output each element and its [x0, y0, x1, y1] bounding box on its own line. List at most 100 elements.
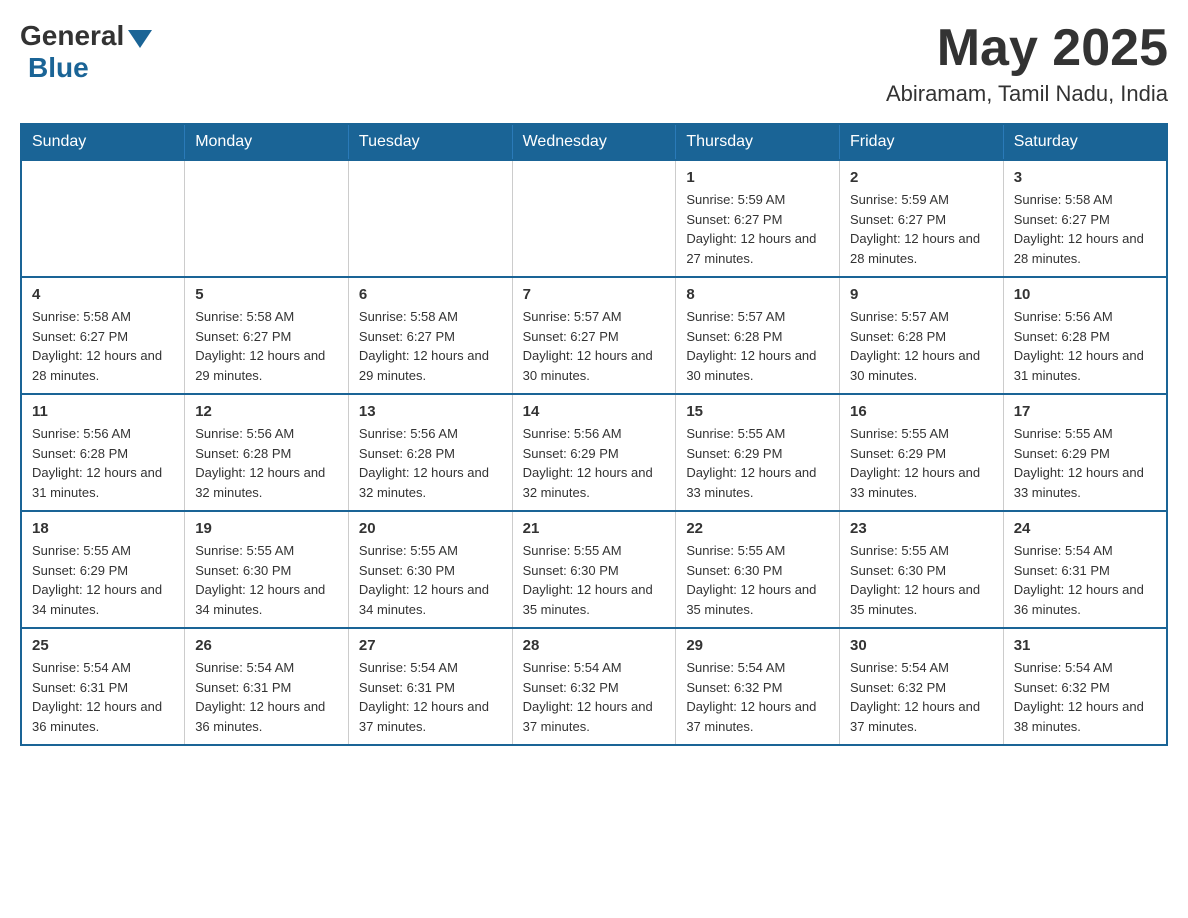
calendar-cell: 7Sunrise: 5:57 AM Sunset: 6:27 PM Daylig…: [512, 277, 676, 394]
day-info: Sunrise: 5:58 AM Sunset: 6:27 PM Dayligh…: [32, 307, 174, 385]
column-header-tuesday: Tuesday: [348, 124, 512, 160]
day-info: Sunrise: 5:54 AM Sunset: 6:32 PM Dayligh…: [850, 658, 993, 736]
calendar-cell: 27 Sunrise: 5:54 AM Sunset: 6:31 PM Dayli…: [348, 628, 512, 745]
calendar-table: SundayMondayTuesdayWednesdayThursdayFrid…: [20, 123, 1168, 746]
calendar-cell: 24Sunrise: 5:54 AM Sunset: 6:31 PM Dayli…: [1003, 511, 1167, 628]
day-number: 23: [850, 520, 993, 537]
day-info: Sunrise: 5:56 AM Sunset: 6:28 PM Dayligh…: [359, 424, 502, 502]
day-number: 4: [32, 286, 174, 303]
day-info: Sunrise: 5:58 AM Sunset: 6:27 PM Dayligh…: [359, 307, 502, 385]
day-info: Sunrise: 5:54 AM Sunset: 6:32 PM Dayligh…: [686, 658, 829, 736]
day-number: 6: [359, 286, 502, 303]
day-info: Sunrise: 5:55 AM Sunset: 6:30 PM Dayligh…: [686, 541, 829, 619]
day-number: 10: [1014, 286, 1156, 303]
calendar-cell: [348, 160, 512, 277]
day-number: 17: [1014, 403, 1156, 420]
day-info: Sunrise: 5:56 AM Sunset: 6:28 PM Dayligh…: [1014, 307, 1156, 385]
day-info: Sunrise: 5:57 AM Sunset: 6:28 PM Dayligh…: [686, 307, 829, 385]
day-number: 11: [32, 403, 174, 420]
day-info: Sunrise: 5:55 AM Sunset: 6:30 PM Dayligh…: [523, 541, 666, 619]
day-number: 26: [195, 637, 338, 654]
location-title: Abiramam, Tamil Nadu, India: [886, 81, 1168, 107]
day-info: Sunrise: 5:56 AM Sunset: 6:28 PM Dayligh…: [195, 424, 338, 502]
day-number: 19: [195, 520, 338, 537]
calendar-header: SundayMondayTuesdayWednesdayThursdayFrid…: [21, 124, 1167, 160]
month-title: May 2025: [886, 20, 1168, 77]
day-number: 27: [359, 637, 502, 654]
calendar-cell: 13 Sunrise: 5:56 AM Sunset: 6:28 PM Dayli…: [348, 394, 512, 511]
calendar-row: 1Sunrise: 5:59 AM Sunset: 6:27 PM Daylig…: [21, 160, 1167, 277]
calendar-cell: 6 Sunrise: 5:58 AM Sunset: 6:27 PM Daylig…: [348, 277, 512, 394]
calendar-cell: 21 Sunrise: 5:55 AM Sunset: 6:30 PM Dayli…: [512, 511, 676, 628]
day-number: 3: [1014, 169, 1156, 186]
day-info: Sunrise: 5:55 AM Sunset: 6:30 PM Dayligh…: [195, 541, 338, 619]
calendar-cell: 10 Sunrise: 5:56 AM Sunset: 6:28 PM Dayli…: [1003, 277, 1167, 394]
day-info: Sunrise: 5:56 AM Sunset: 6:29 PM Dayligh…: [523, 424, 666, 502]
calendar-row: 25Sunrise: 5:54 AM Sunset: 6:31 PM Dayli…: [21, 628, 1167, 745]
day-number: 18: [32, 520, 174, 537]
day-info: Sunrise: 5:55 AM Sunset: 6:29 PM Dayligh…: [1014, 424, 1156, 502]
calendar-cell: 25Sunrise: 5:54 AM Sunset: 6:31 PM Dayli…: [21, 628, 185, 745]
calendar-cell: 4 Sunrise: 5:58 AM Sunset: 6:27 PM Daylig…: [21, 277, 185, 394]
day-info: Sunrise: 5:55 AM Sunset: 6:29 PM Dayligh…: [686, 424, 829, 502]
calendar-cell: 3 Sunrise: 5:58 AM Sunset: 6:27 PM Daylig…: [1003, 160, 1167, 277]
day-info: Sunrise: 5:54 AM Sunset: 6:31 PM Dayligh…: [32, 658, 174, 736]
header-row: SundayMondayTuesdayWednesdayThursdayFrid…: [21, 124, 1167, 160]
calendar-cell: 28 Sunrise: 5:54 AM Sunset: 6:32 PM Dayli…: [512, 628, 676, 745]
day-number: 24: [1014, 520, 1156, 537]
day-info: Sunrise: 5:55 AM Sunset: 6:30 PM Dayligh…: [850, 541, 993, 619]
column-header-friday: Friday: [840, 124, 1004, 160]
day-info: Sunrise: 5:54 AM Sunset: 6:32 PM Dayligh…: [1014, 658, 1156, 736]
logo: General Blue: [20, 20, 152, 84]
day-number: 30: [850, 637, 993, 654]
column-header-wednesday: Wednesday: [512, 124, 676, 160]
calendar-row: 18Sunrise: 5:55 AM Sunset: 6:29 PM Dayli…: [21, 511, 1167, 628]
calendar-cell: 30 Sunrise: 5:54 AM Sunset: 6:32 PM Dayli…: [840, 628, 1004, 745]
day-number: 22: [686, 520, 829, 537]
calendar-cell: 19 Sunrise: 5:55 AM Sunset: 6:30 PM Dayli…: [185, 511, 349, 628]
column-header-monday: Monday: [185, 124, 349, 160]
day-number: 28: [523, 637, 666, 654]
day-info: Sunrise: 5:54 AM Sunset: 6:31 PM Dayligh…: [195, 658, 338, 736]
calendar-cell: 2 Sunrise: 5:59 AM Sunset: 6:27 PM Daylig…: [840, 160, 1004, 277]
day-number: 13: [359, 403, 502, 420]
page-header: General Blue May 2025 Abiramam, Tamil Na…: [20, 20, 1168, 107]
day-info: Sunrise: 5:58 AM Sunset: 6:27 PM Dayligh…: [1014, 190, 1156, 268]
calendar-cell: 12 Sunrise: 5:56 AM Sunset: 6:28 PM Dayli…: [185, 394, 349, 511]
calendar-cell: 5 Sunrise: 5:58 AM Sunset: 6:27 PM Daylig…: [185, 277, 349, 394]
day-number: 9: [850, 286, 993, 303]
calendar-cell: 11Sunrise: 5:56 AM Sunset: 6:28 PM Dayli…: [21, 394, 185, 511]
calendar-cell: 31 Sunrise: 5:54 AM Sunset: 6:32 PM Dayli…: [1003, 628, 1167, 745]
day-number: 5: [195, 286, 338, 303]
calendar-cell: 16 Sunrise: 5:55 AM Sunset: 6:29 PM Dayli…: [840, 394, 1004, 511]
calendar-cell: 9 Sunrise: 5:57 AM Sunset: 6:28 PM Daylig…: [840, 277, 1004, 394]
logo-arrow-icon: [128, 30, 152, 48]
calendar-cell: 20Sunrise: 5:55 AM Sunset: 6:30 PM Dayli…: [348, 511, 512, 628]
day-number: 21: [523, 520, 666, 537]
column-header-sunday: Sunday: [21, 124, 185, 160]
day-info: Sunrise: 5:54 AM Sunset: 6:32 PM Dayligh…: [523, 658, 666, 736]
day-number: 12: [195, 403, 338, 420]
title-block: May 2025 Abiramam, Tamil Nadu, India: [886, 20, 1168, 107]
calendar-body: 1Sunrise: 5:59 AM Sunset: 6:27 PM Daylig…: [21, 160, 1167, 745]
day-number: 2: [850, 169, 993, 186]
calendar-cell: 14Sunrise: 5:56 AM Sunset: 6:29 PM Dayli…: [512, 394, 676, 511]
calendar-cell: [512, 160, 676, 277]
day-number: 15: [686, 403, 829, 420]
calendar-cell: [185, 160, 349, 277]
day-info: Sunrise: 5:58 AM Sunset: 6:27 PM Dayligh…: [195, 307, 338, 385]
day-number: 7: [523, 286, 666, 303]
day-info: Sunrise: 5:54 AM Sunset: 6:31 PM Dayligh…: [359, 658, 502, 736]
day-info: Sunrise: 5:55 AM Sunset: 6:30 PM Dayligh…: [359, 541, 502, 619]
day-info: Sunrise: 5:59 AM Sunset: 6:27 PM Dayligh…: [850, 190, 993, 268]
column-header-thursday: Thursday: [676, 124, 840, 160]
calendar-row: 4 Sunrise: 5:58 AM Sunset: 6:27 PM Daylig…: [21, 277, 1167, 394]
calendar-cell: 23 Sunrise: 5:55 AM Sunset: 6:30 PM Dayli…: [840, 511, 1004, 628]
day-info: Sunrise: 5:57 AM Sunset: 6:28 PM Dayligh…: [850, 307, 993, 385]
day-number: 31: [1014, 637, 1156, 654]
day-info: Sunrise: 5:55 AM Sunset: 6:29 PM Dayligh…: [850, 424, 993, 502]
calendar-row: 11 Sunrise: 5:56 AM Sunset: 6:28 PM Dayli…: [21, 394, 1167, 511]
calendar-cell: 15 Sunrise: 5:55 AM Sunset: 6:29 PM Dayli…: [676, 394, 840, 511]
day-number: 16: [850, 403, 993, 420]
calendar-cell: 17 Sunrise: 5:55 AM Sunset: 6:29 PM Dayli…: [1003, 394, 1167, 511]
